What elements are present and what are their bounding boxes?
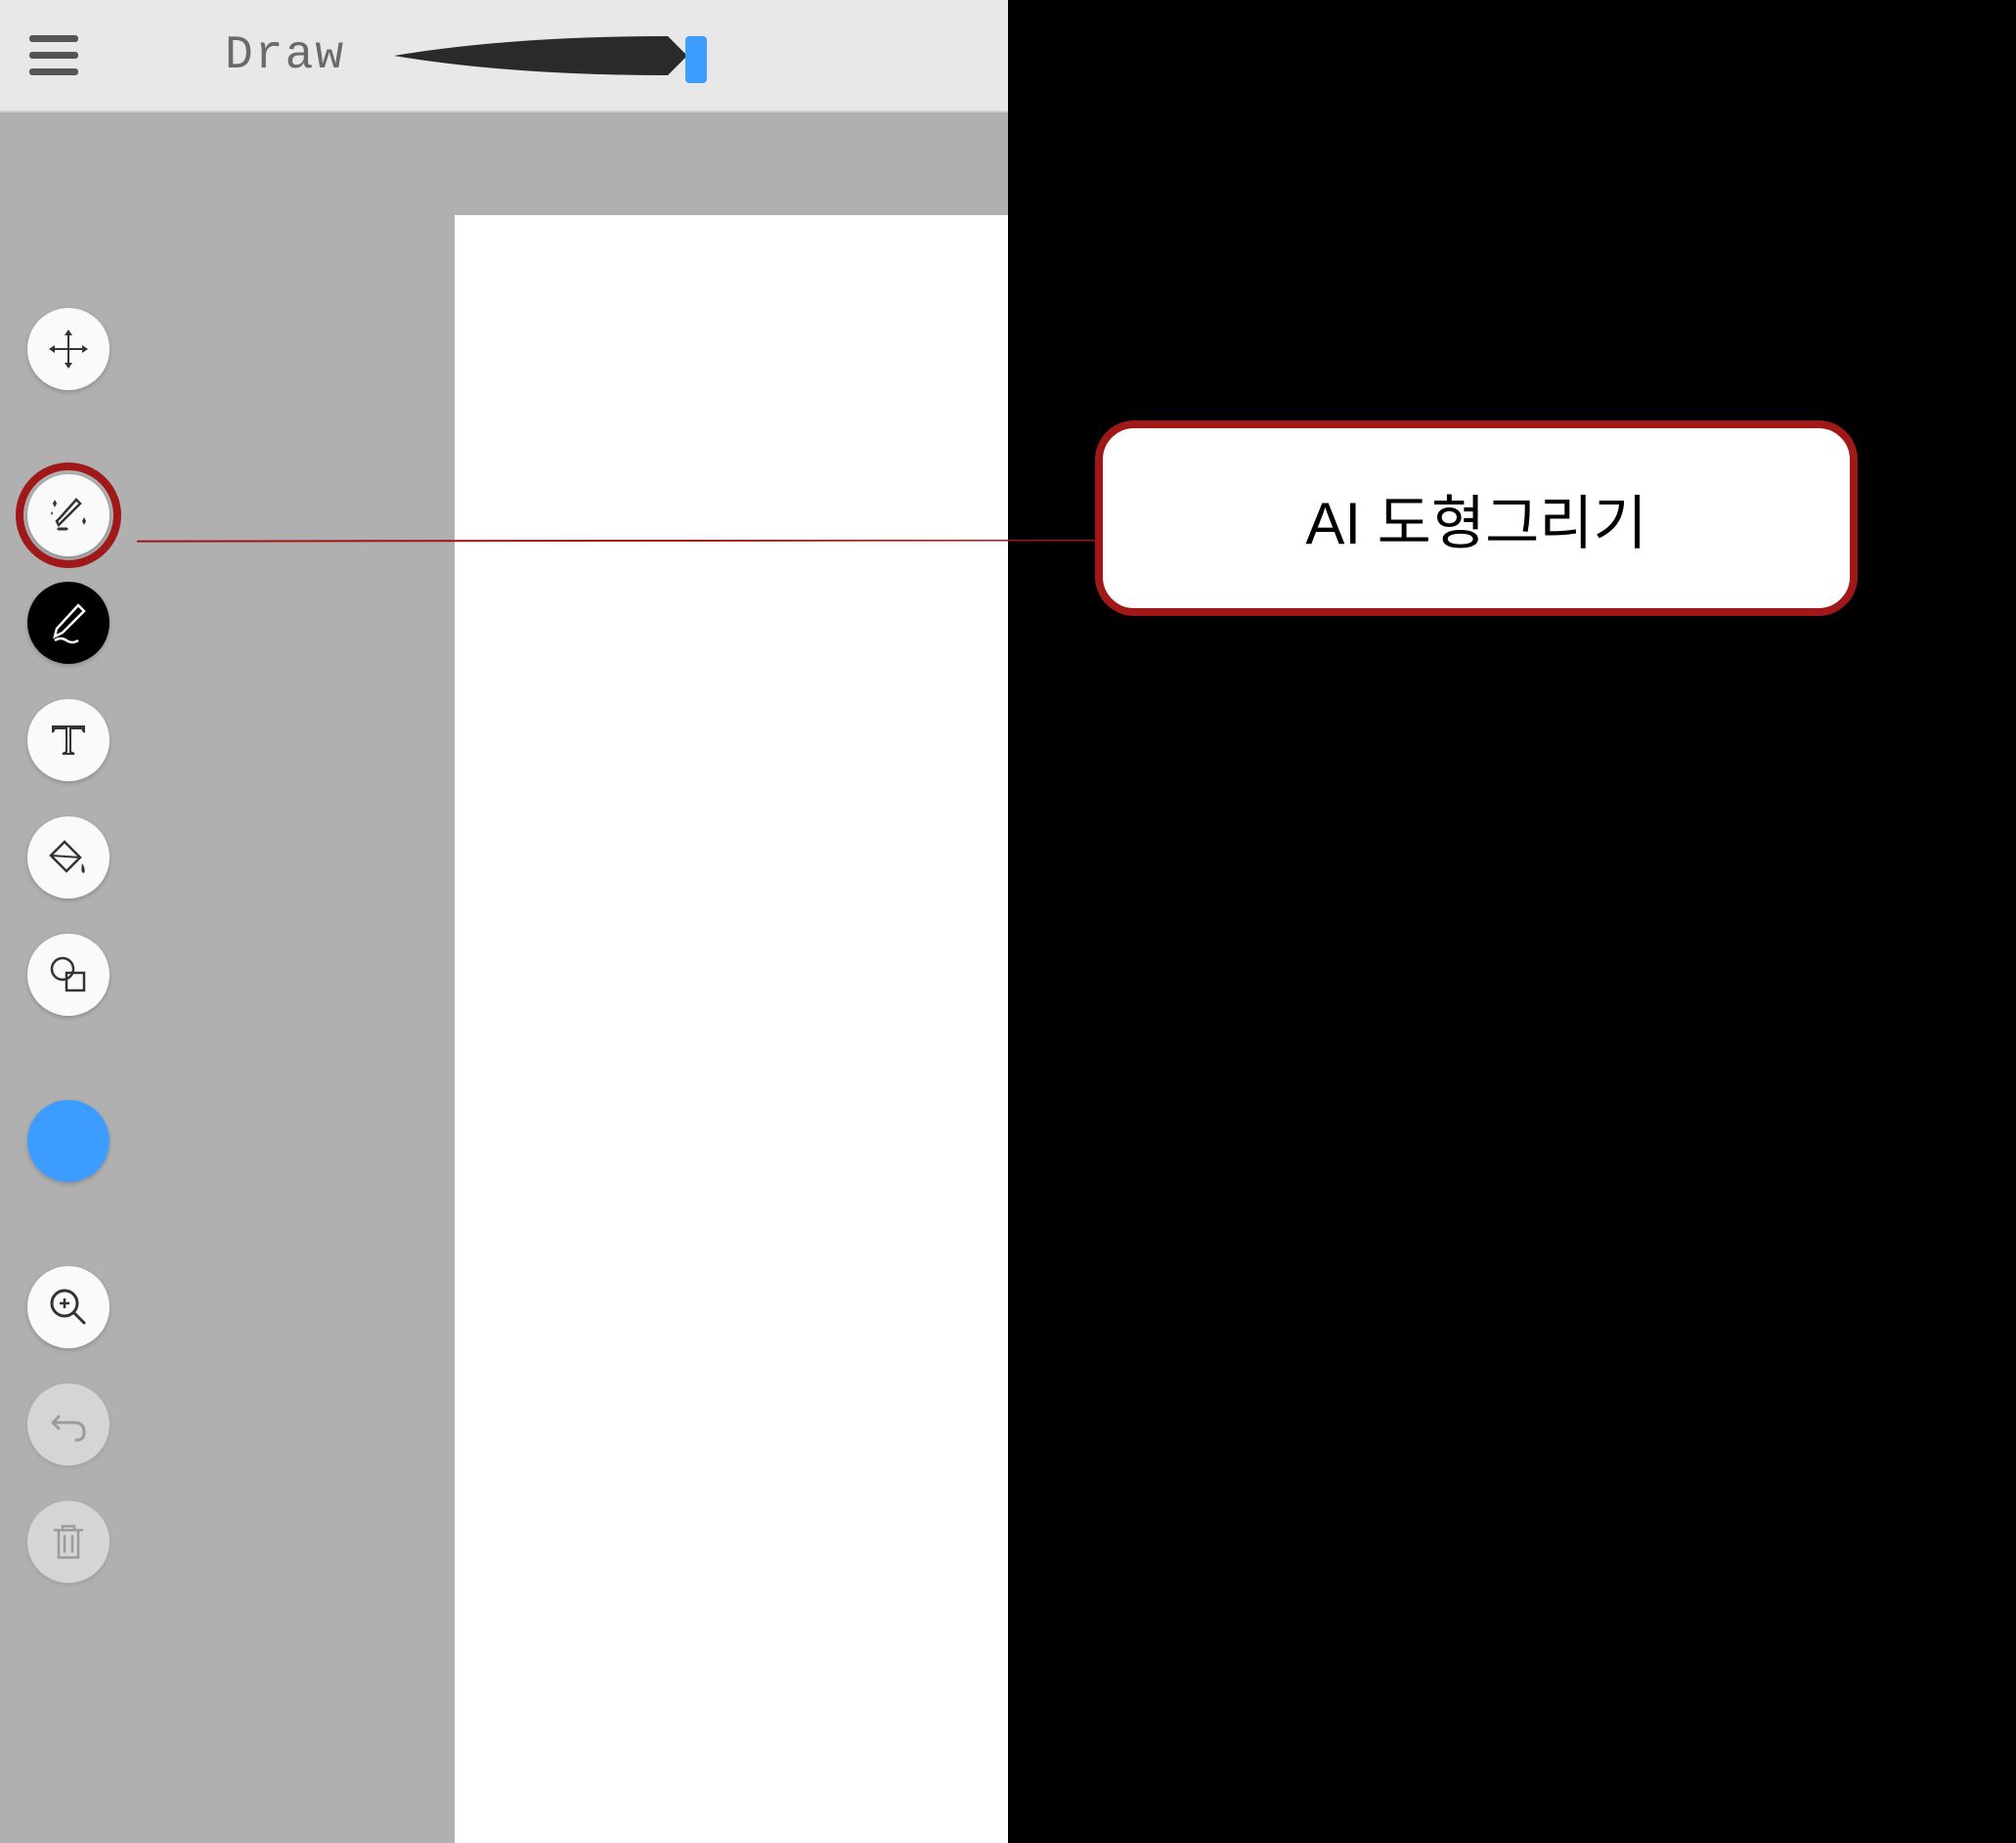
undo-button[interactable] [27, 1383, 110, 1466]
pen-tool-button[interactable] [27, 582, 110, 664]
slider-handle[interactable] [685, 36, 707, 83]
pen-icon [45, 599, 92, 646]
hamburger-menu-button[interactable] [29, 26, 88, 85]
top-bar: Draw [0, 0, 1008, 112]
ai-shape-tool-button[interactable] [27, 474, 110, 556]
text-t-icon [45, 717, 92, 764]
text-tool-button[interactable] [27, 699, 110, 781]
move-tool-button[interactable] [27, 308, 110, 390]
brush-stroke-icon [394, 36, 687, 75]
brush-size-slider[interactable] [394, 26, 726, 85]
vertical-toolbar [27, 308, 110, 1618]
shapes-icon [45, 951, 92, 998]
fill-tool-button[interactable] [27, 816, 110, 899]
mode-label: Draw [225, 29, 345, 82]
undo-icon [45, 1401, 92, 1448]
trash-icon [45, 1518, 92, 1565]
shapes-tool-button[interactable] [27, 934, 110, 1016]
hamburger-line-icon [29, 52, 78, 59]
hamburger-line-icon [29, 35, 78, 42]
drawing-canvas[interactable] [455, 215, 1008, 1843]
color-picker-button[interactable] [27, 1100, 110, 1182]
hamburger-line-icon [29, 68, 78, 75]
move-arrows-icon [45, 326, 92, 373]
callout-box: AI 도형그리기 [1095, 420, 1858, 616]
callout-connector-line [137, 540, 1095, 548]
callout-label: AI 도형그리기 [1305, 476, 1646, 561]
app-panel: Draw [0, 0, 1008, 1843]
ai-pencil-sparkle-icon [45, 492, 92, 539]
paint-bucket-icon [45, 834, 92, 881]
zoom-tool-button[interactable] [27, 1266, 110, 1348]
delete-button[interactable] [27, 1501, 110, 1583]
zoom-in-icon [45, 1284, 92, 1331]
